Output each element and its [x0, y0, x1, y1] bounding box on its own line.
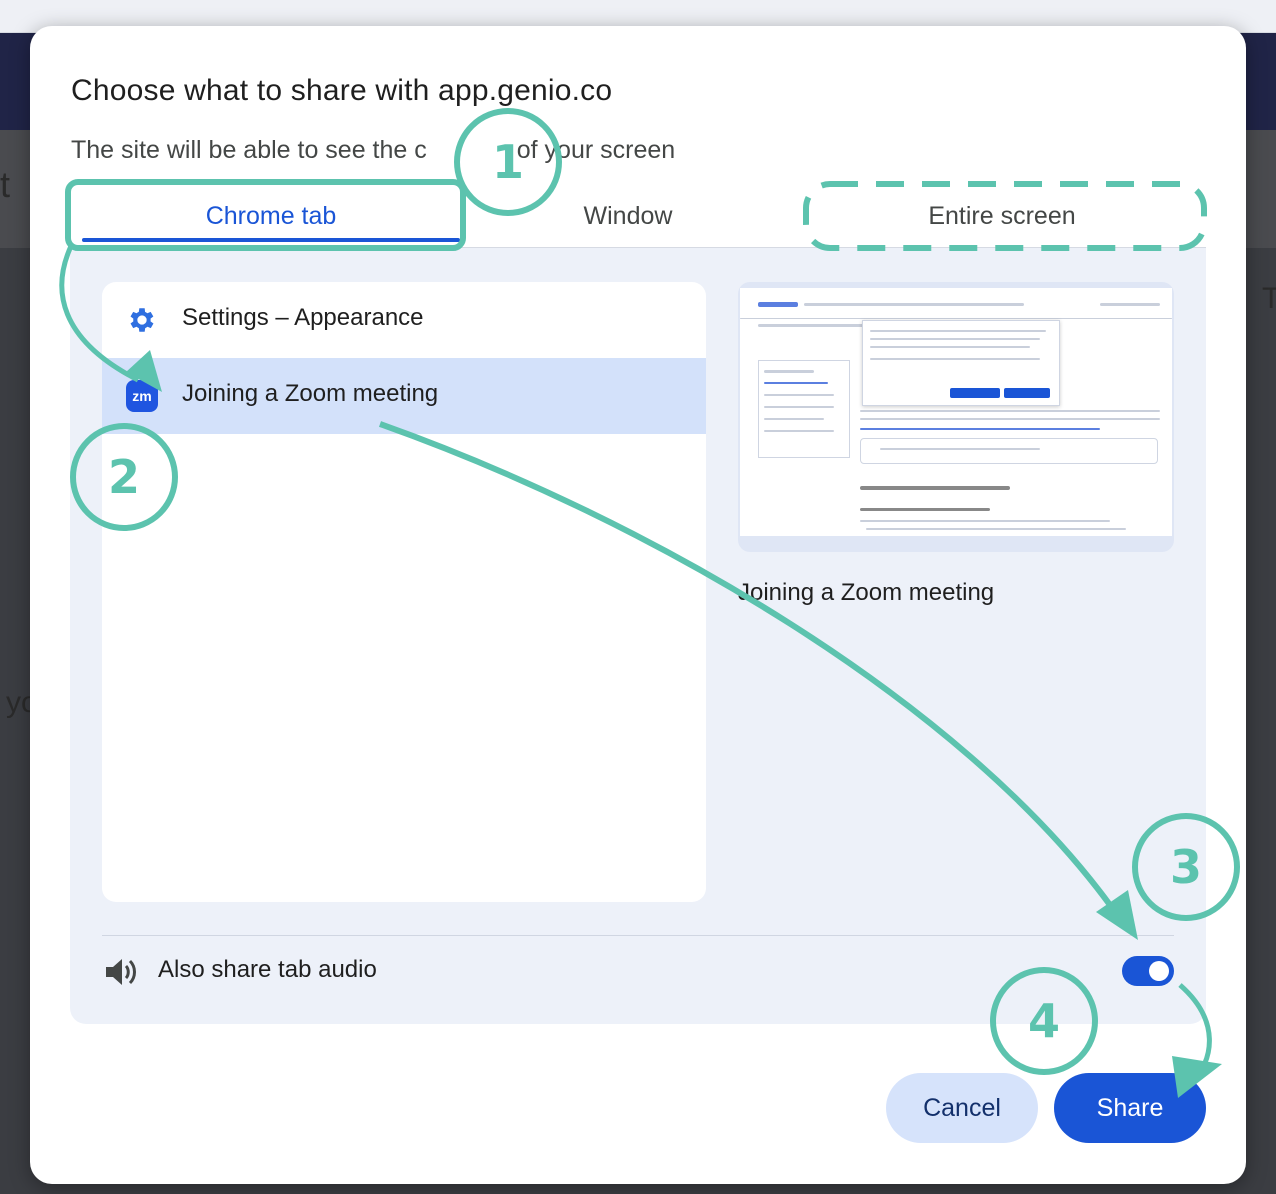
cancel-button[interactable]: Cancel [886, 1073, 1038, 1143]
list-item-label: Joining a Zoom meeting [182, 380, 439, 407]
share-button[interactable]: Share [1054, 1073, 1206, 1143]
tab-list: Settings – Appearance zm Joining a Zoom … [102, 282, 706, 902]
share-audio-toggle[interactable] [1122, 956, 1174, 986]
tab-chrome-tab[interactable]: Chrome tab [82, 202, 460, 231]
tab-window[interactable]: Window [460, 202, 796, 231]
list-item-settings-appearance[interactable]: Settings – Appearance [102, 282, 706, 358]
background-text-fragment: t [0, 164, 11, 205]
subtitle-start: The site will be able to see the c [71, 136, 427, 164]
toggle-knob [1149, 961, 1169, 981]
list-item-joining-zoom-meeting[interactable]: zm Joining a Zoom meeting [102, 358, 706, 434]
share-audio-label: Also share tab audio [158, 956, 377, 983]
background-text-fragment: T [1262, 282, 1276, 315]
speaker-icon [106, 959, 136, 985]
dialog-subtitle: The site will be able to see the c of you… [71, 136, 675, 165]
selected-tab-indicator [82, 238, 460, 242]
audio-divider [102, 935, 1174, 936]
share-screen-dialog: Choose what to share with app.genio.co T… [30, 26, 1246, 1184]
subtitle-end: of your screen [516, 136, 676, 164]
preview-caption: Joining a Zoom meeting [738, 579, 995, 606]
preview-page [740, 288, 1172, 536]
dialog-title: Choose what to share with app.genio.co [71, 74, 613, 107]
tab-preview-thumbnail [738, 282, 1174, 552]
list-item-label: Settings – Appearance [182, 304, 424, 331]
zoom-icon: zm [126, 380, 158, 412]
gear-icon [130, 308, 154, 332]
tab-entire-screen[interactable]: Entire screen [814, 202, 1190, 231]
